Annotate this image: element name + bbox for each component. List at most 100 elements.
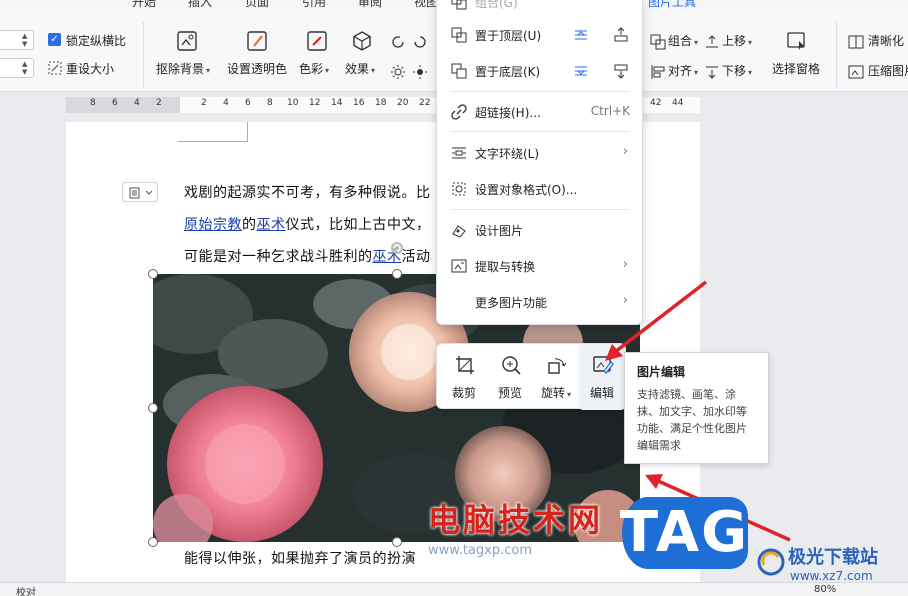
rotate-left-icon[interactable]: [412, 34, 428, 50]
sharpen-button[interactable]: 清晰化: [868, 32, 904, 49]
move-down-button[interactable]: 下移 ▾: [722, 62, 752, 79]
menu-item-label: 设置对象格式(O)...: [475, 183, 578, 197]
proofread-status[interactable]: 校对: [16, 584, 36, 596]
remove-background-label: 抠除背景: [156, 62, 205, 76]
tag-logo: TAG: [618, 493, 751, 573]
crop-button[interactable]: 裁剪: [441, 344, 487, 410]
send-backward-icon[interactable]: [573, 63, 589, 79]
menu-item-bring-to-front[interactable]: 置于顶层(U): [437, 20, 644, 50]
ruler-label: 8: [90, 98, 96, 108]
ruler-label: 12: [309, 98, 321, 108]
remove-background-button[interactable]: 抠除背景 ▾: [156, 60, 210, 77]
link-primitive-religion[interactable]: 原始宗教: [184, 217, 242, 233]
edit-picture-button[interactable]: 编辑: [579, 344, 625, 410]
ruler-label: 6: [245, 98, 251, 108]
menu-item-extract-convert[interactable]: 提取与转换 ›: [437, 251, 644, 281]
rotate-button[interactable]: 旋转 ▾: [533, 344, 579, 410]
menu-item-text-wrap[interactable]: 文字环绕(L) ›: [437, 138, 644, 168]
text-segment: 活动: [401, 249, 431, 265]
crop-icon: [454, 354, 476, 376]
height-spinner[interactable]: ▲ ▼: [0, 58, 34, 78]
menu-item-group[interactable]: 组合(G): [437, 0, 644, 17]
set-transparent-button[interactable]: 设置透明色: [227, 60, 287, 77]
paragraph-handle[interactable]: [122, 182, 158, 202]
margin-corner-mark: [178, 122, 248, 142]
effects-button[interactable]: 效果 ▾: [345, 60, 375, 77]
text-wrap-icon: [451, 145, 467, 161]
context-menu: 组合(G) 置于顶层(U) 置于底层(K) 超链接(H)... Ctrl+K 文…: [436, 0, 643, 325]
ruler-label: 44: [672, 98, 684, 108]
tab-picture-tools[interactable]: 图片工具: [648, 0, 696, 8]
send-to-bottom-icon[interactable]: [613, 63, 629, 79]
set-transparent-icon: [246, 30, 268, 52]
brightness-icon[interactable]: [390, 64, 406, 80]
send-to-back-icon: [451, 63, 467, 79]
ruler-label: 20: [397, 98, 409, 108]
ruler-label: 8: [267, 98, 273, 108]
selection-pane-icon: [786, 30, 808, 52]
tab-view[interactable]: 视图: [414, 0, 438, 8]
move-up-icon: [704, 34, 720, 50]
group-button[interactable]: 组合 ▾: [668, 32, 698, 49]
rotate-handle-icon[interactable]: [389, 240, 405, 256]
watermark-site-name: 极光下载站: [788, 547, 878, 568]
menu-item-format-object[interactable]: 设置对象格式(O)...: [437, 174, 644, 204]
menu-item-more-picture-functions[interactable]: 更多图片功能 ›: [437, 287, 644, 317]
resize-handle[interactable]: [392, 269, 402, 279]
menu-item-hyperlink[interactable]: 超链接(H)... Ctrl+K: [437, 97, 644, 127]
lock-ratio-checkbox[interactable]: ✓: [48, 33, 61, 46]
menu-item-label: 更多图片功能: [475, 296, 548, 310]
paragraph-line-1: 戏剧的起源实不可考，有多种假说。比: [184, 185, 431, 201]
tab-insert[interactable]: 插入: [188, 0, 212, 8]
move-down-icon: [704, 64, 720, 80]
watermark-site-url: www.xz7.com: [790, 569, 873, 583]
sharpen-icon: [848, 34, 864, 50]
move-up-button[interactable]: 上移 ▾: [722, 32, 752, 49]
menu-item-label: 置于顶层(U): [475, 29, 542, 43]
tab-review[interactable]: 审阅: [358, 0, 382, 8]
watermark-site-url: www.tagxp.com: [428, 543, 532, 558]
resize-handle[interactable]: [392, 537, 402, 547]
menu-item-label: 提取与转换: [475, 260, 536, 274]
ruler-label: 2: [156, 98, 162, 108]
width-spinner[interactable]: ▲ ▼: [0, 30, 34, 50]
text-segment: 仪式，比如上古中文，: [285, 217, 431, 233]
compress-button[interactable]: 压缩图片: [868, 62, 908, 79]
paragraph-handle-icon: [129, 187, 153, 199]
effects-icon: [351, 30, 373, 52]
link-witchcraft[interactable]: 巫术: [257, 217, 286, 233]
chevron-right-icon: ›: [622, 293, 628, 308]
tab-home[interactable]: 开始: [132, 0, 156, 8]
bring-to-top-icon[interactable]: [613, 27, 629, 43]
group-icon: [650, 34, 666, 50]
rotate-label: 旋转 ▾: [540, 386, 572, 400]
bring-forward-icon[interactable]: [573, 27, 589, 43]
text-segment: 可能是对一种乞求战斗胜利的: [184, 249, 373, 265]
menu-item-send-to-back[interactable]: 置于底层(K): [437, 56, 644, 86]
watermark-xz7: 极光下载站 www.xz7.com: [756, 543, 906, 593]
selection-pane-button[interactable]: 选择窗格: [772, 60, 820, 77]
move-up-label: 上移: [722, 34, 747, 48]
resize-handle[interactable]: [148, 403, 158, 413]
align-button[interactable]: 对齐 ▾: [668, 62, 698, 79]
reset-size-button[interactable]: 重设大小: [66, 60, 114, 77]
link-icon: [451, 104, 467, 120]
format-object-icon: [451, 181, 467, 197]
color-button[interactable]: 色彩 ▾: [299, 60, 329, 77]
preview-button[interactable]: 预览: [487, 344, 533, 410]
rotate-icon[interactable]: [390, 34, 406, 50]
rotate-icon: [546, 354, 568, 376]
menu-item-label: 设计图片: [475, 224, 524, 238]
resize-handle[interactable]: [148, 537, 158, 547]
resize-handle[interactable]: [148, 269, 158, 279]
menu-item-design-picture[interactable]: 设计图片: [437, 215, 644, 245]
contrast-icon[interactable]: [412, 64, 428, 80]
edit-picture-icon: [592, 354, 614, 376]
tab-reference[interactable]: 引用: [302, 0, 326, 8]
effects-label: 效果: [345, 62, 370, 76]
ribbon-divider: [143, 22, 144, 88]
tab-page[interactable]: 页面: [245, 0, 269, 8]
group-icon: [451, 0, 467, 10]
ruler-label: 22: [419, 98, 431, 108]
menu-item-label: 文字环绕(L): [475, 147, 540, 161]
